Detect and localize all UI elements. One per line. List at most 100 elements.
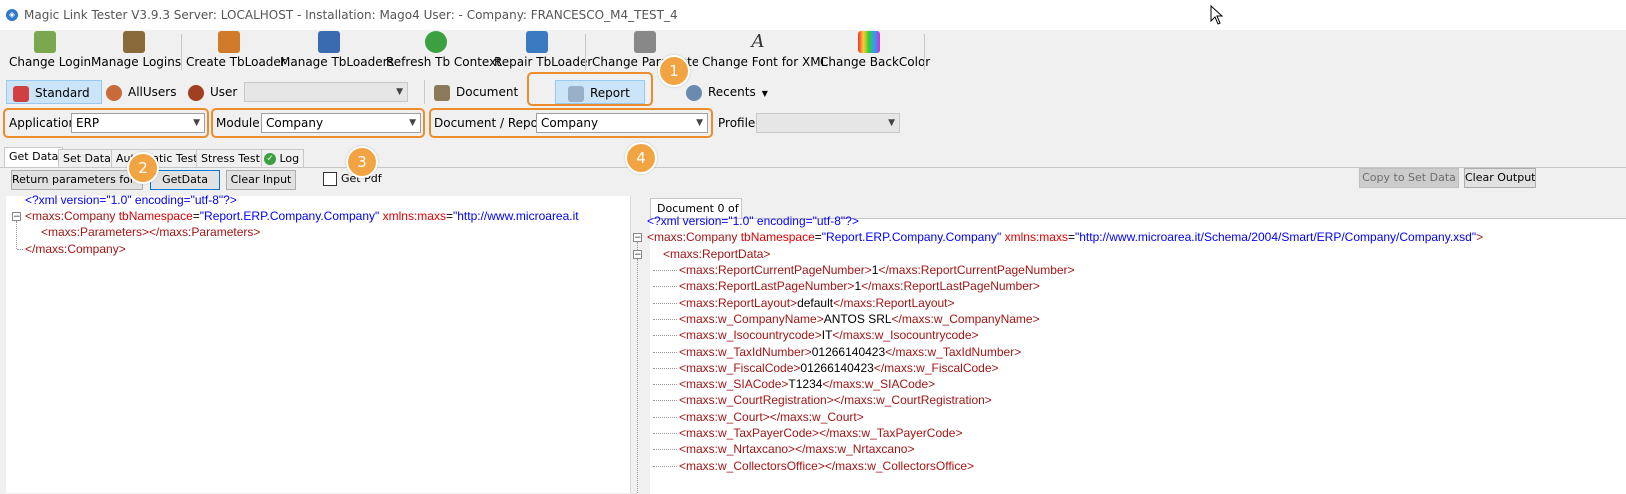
clear-input-button[interactable]: Clear Input <box>226 170 296 190</box>
xml-declaration: <?xml version="1.0" encoding="utf-8"?> <box>647 214 859 228</box>
check-icon: ✓ <box>264 153 276 165</box>
allusers-button[interactable]: AllUsers <box>106 80 176 104</box>
tree-line <box>653 433 677 434</box>
xml-root-element: <maxs:Company tbNamespace="Report.ERP.Co… <box>647 230 1484 244</box>
highlight-document-report <box>429 108 713 138</box>
xml-field-row: <maxs:ReportLastPageNumber>1</maxs:Repor… <box>679 279 1040 294</box>
return-parameters-button[interactable]: Return parameters for first <box>11 170 143 190</box>
clock-icon <box>686 84 702 101</box>
tree-line <box>653 335 677 337</box>
users-icon <box>106 84 122 101</box>
tree-line <box>653 351 677 353</box>
step-badge-2: 2 <box>127 152 159 184</box>
tree-line <box>637 242 638 250</box>
tab-set-data[interactable]: Set Data <box>58 149 116 168</box>
profile-select[interactable]: ▼ <box>756 113 900 133</box>
app-icon: ◈ <box>6 9 18 21</box>
highlight-report <box>527 72 653 106</box>
xml-field-row: <maxs:w_Isocountrycode>IT</maxs:w_Isocou… <box>679 328 979 343</box>
collapse-icon[interactable]: − <box>633 233 642 243</box>
tree-line <box>653 449 677 451</box>
tree-line <box>653 302 677 304</box>
tab-log[interactable]: ✓ Log <box>261 149 305 168</box>
repair-tbloader-button[interactable]: Repair TbLoader <box>494 31 592 71</box>
xml-field-row: <maxs:w_SIACode>T1234</maxs:w_SIACode> <box>679 377 936 392</box>
tree-line <box>653 318 677 320</box>
tree-line <box>653 400 677 402</box>
palette-icon <box>858 31 880 53</box>
xml-root-close: </maxs:Company> <box>25 242 126 256</box>
step-badge-1: 1 <box>658 55 690 87</box>
highlight-module <box>211 108 425 138</box>
manage-tbloaders-button[interactable]: Manage TbLoaders <box>280 31 394 71</box>
xml-reportdata-element: <maxs:ReportData> <box>663 247 771 261</box>
tree-line <box>653 465 677 467</box>
document-icon <box>434 84 450 101</box>
pin-icon <box>13 85 29 102</box>
manage-logins-button[interactable]: Manage Logins <box>91 31 181 71</box>
xml-field-row: <maxs:w_TaxIdNumber>01266140423</maxs:w_… <box>679 344 1022 359</box>
tree-line <box>653 416 677 418</box>
toolbar-separator <box>424 80 425 104</box>
font-icon: A <box>751 31 765 52</box>
recents-button[interactable]: Recents ▼ <box>686 80 768 104</box>
toolbar-separator <box>585 34 586 70</box>
xml-field-row: <maxs:w_TaxPayerCode></maxs:w_TaxPayerCo… <box>679 426 963 440</box>
tree-line <box>653 286 677 288</box>
step-badge-3: 3 <box>346 146 378 178</box>
chevron-down-icon: ▼ <box>396 87 403 97</box>
mouse-cursor-icon <box>1210 4 1224 28</box>
cube-icon <box>218 31 240 53</box>
toolbar-separator <box>181 34 182 70</box>
collapse-icon[interactable]: − <box>12 212 21 222</box>
collapse-icon[interactable]: − <box>633 250 642 260</box>
xml-field-row: <maxs:ReportLayout>default</maxs:ReportL… <box>679 295 955 310</box>
tools-icon <box>634 31 656 53</box>
create-tbloader-button[interactable]: Create TbLoader <box>186 31 286 71</box>
toolbar-separator <box>924 34 925 70</box>
tab-stress-test[interactable]: Stress Test <box>196 149 265 168</box>
window-title: Magic Link Tester V3.9.3 Server: LOCALHO… <box>24 8 678 22</box>
tree-line <box>16 221 17 249</box>
clear-output-button[interactable]: Clear Output <box>1464 168 1536 188</box>
highlight-application <box>3 108 209 138</box>
document-button[interactable]: Document <box>434 80 518 104</box>
tree-line <box>17 249 23 250</box>
tab-get-data[interactable]: Get Data <box>4 147 64 168</box>
tree-line <box>653 270 677 271</box>
xml-field-row: <maxs:w_CourtRegistration></maxs:w_Court… <box>679 393 992 408</box>
tree-line <box>653 367 677 369</box>
user-select[interactable]: ▼ <box>244 82 408 102</box>
login-icon <box>34 31 56 53</box>
xml-field-row: <maxs:w_CollectorsOffice></maxs:w_Collec… <box>679 458 975 473</box>
xml-field-row: <maxs:ReportCurrentPageNumber>1</maxs:Re… <box>679 263 1075 277</box>
users-icon <box>123 31 145 53</box>
xml-root-element: <maxs:Company tbNamespace="Report.ERP.Co… <box>25 209 579 223</box>
xml-field-row: <maxs:w_Court></maxs:w_Court> <box>679 409 864 424</box>
refresh-icon <box>425 31 447 53</box>
user-button[interactable]: User <box>188 80 237 104</box>
change-backcolor-button[interactable]: Change BackColor <box>820 31 930 71</box>
grid-icon <box>318 31 340 53</box>
profile-label: Profile <box>718 116 756 130</box>
tab-automatic-tests[interactable]: Automatic Tests <box>111 149 209 168</box>
step-badge-4: 4 <box>625 142 657 174</box>
chevron-down-icon: ▼ <box>761 89 768 98</box>
tree-line <box>637 259 638 493</box>
copy-to-set-data-button[interactable]: Copy to Set Data <box>1359 168 1459 188</box>
change-login-button[interactable]: Change Login <box>9 31 91 71</box>
repair-icon <box>526 31 548 53</box>
xml-parameters-element: <maxs:Parameters></maxs:Parameters> <box>41 225 261 239</box>
getdata-button[interactable]: GetData <box>150 170 220 190</box>
change-font-xml-button[interactable]: A Change Font for XML <box>702 31 827 71</box>
refresh-tb-context-button[interactable]: Refresh Tb Context <box>386 31 501 71</box>
tree-line <box>653 384 677 386</box>
xml-field-row: <maxs:w_FiscalCode>01266140423</maxs:w_F… <box>679 360 999 375</box>
xml-declaration: <?xml version="1.0" encoding="utf-8"?> <box>25 193 237 207</box>
chevron-down-icon: ▼ <box>888 118 895 128</box>
xml-field-row: <maxs:w_CompanyName>ANTOS SRL</maxs:w_Co… <box>679 311 1040 326</box>
standard-button[interactable]: Standard <box>6 80 102 104</box>
xml-field-row: <maxs:w_Nrtaxcano></maxs:w_Nrtaxcano> <box>679 442 915 457</box>
user-icon <box>188 84 204 101</box>
get-pdf-checkbox[interactable] <box>323 172 337 186</box>
